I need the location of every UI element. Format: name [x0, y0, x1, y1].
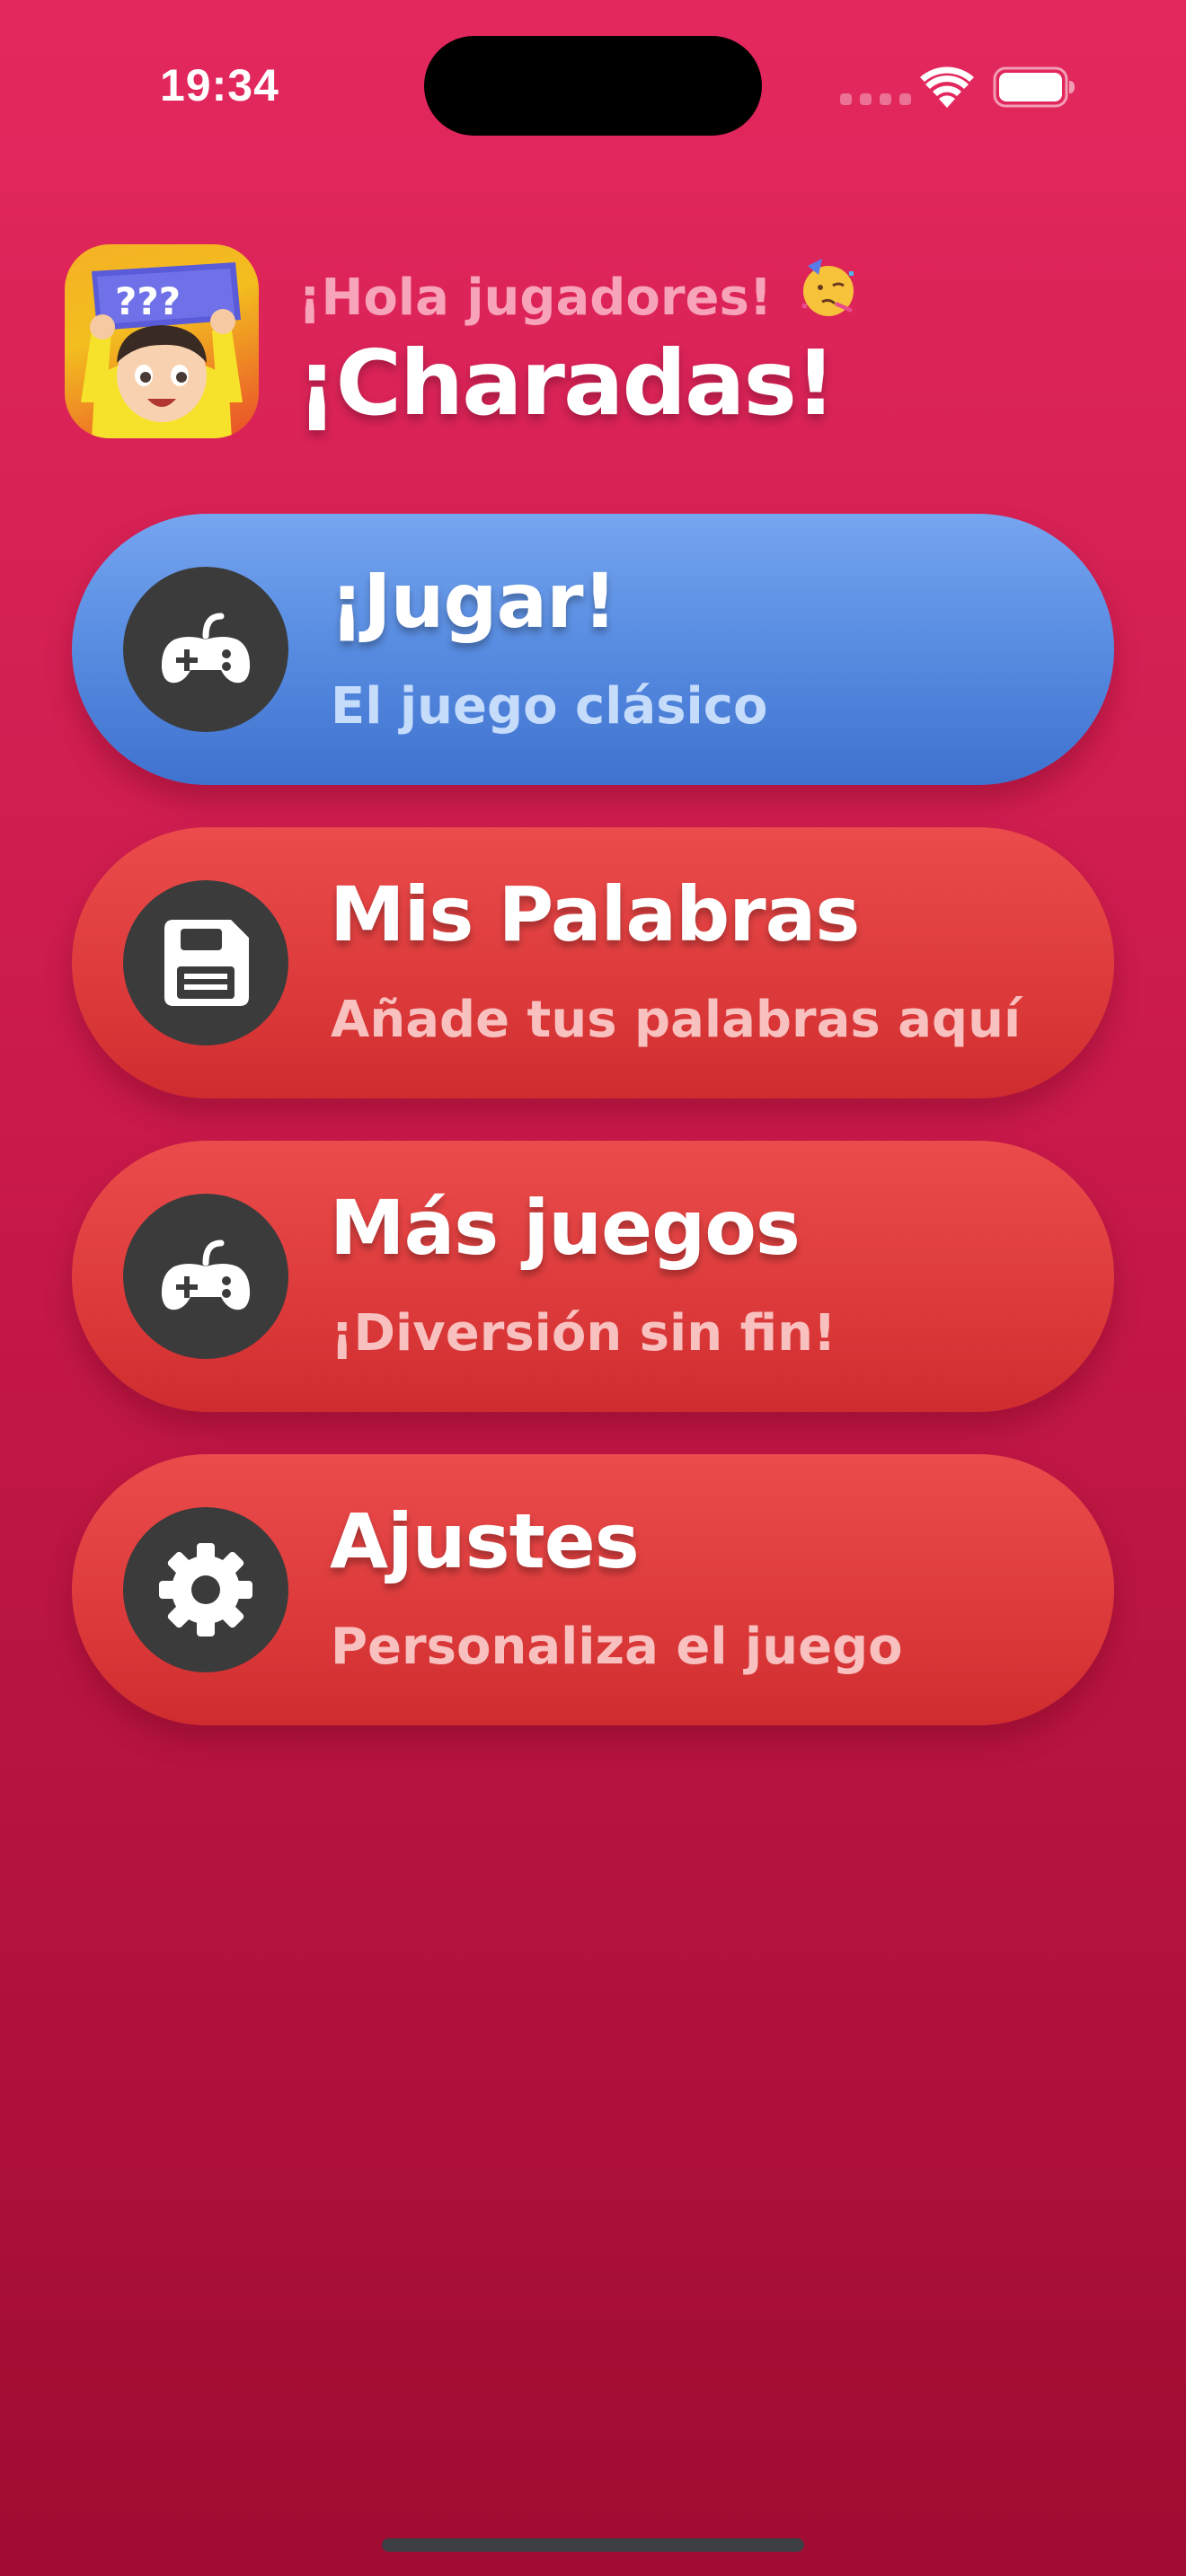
settings-button-title: Ajustes [330, 1497, 640, 1585]
greeting-label: ¡Hola jugadores! [298, 269, 773, 327]
play-button[interactable]: ¡Jugar! El juego clásico [72, 514, 1114, 785]
signal-icon [840, 93, 911, 105]
gamepad-icon [123, 567, 288, 732]
play-button-title: ¡Jugar! [330, 557, 617, 645]
my-words-button[interactable]: Mis Palabras Añade tus palabras aquí [72, 827, 1114, 1098]
status-time: 19:34 [160, 60, 279, 110]
settings-button-subtitle: Personaliza el juego [331, 1618, 903, 1676]
svg-text:???: ??? [115, 279, 181, 323]
my-words-button-subtitle: Añade tus palabras aquí [331, 991, 1022, 1049]
greeting-text: ¡Hola jugadores! [298, 257, 860, 332]
gear-icon [123, 1507, 288, 1672]
more-games-button-subtitle: ¡Diversión sin fin! [331, 1304, 836, 1363]
app-title: ¡Charadas! [296, 331, 836, 436]
wifi-icon [920, 66, 974, 108]
more-games-button-title: Más juegos [330, 1184, 801, 1272]
dynamic-island [424, 36, 762, 136]
settings-button[interactable]: Ajustes Personaliza el juego [72, 1454, 1114, 1725]
partying-face-emoji-icon [797, 257, 860, 332]
app-logo: ??? [65, 244, 259, 438]
my-words-button-title: Mis Palabras [330, 870, 860, 958]
home-indicator[interactable] [382, 2538, 804, 2552]
save-icon [123, 880, 288, 1045]
more-games-button[interactable]: Más juegos ¡Diversión sin fin! [72, 1141, 1114, 1412]
play-button-subtitle: El juego clásico [331, 677, 768, 736]
gamepad-icon [123, 1194, 288, 1359]
battery-icon [993, 66, 1075, 108]
